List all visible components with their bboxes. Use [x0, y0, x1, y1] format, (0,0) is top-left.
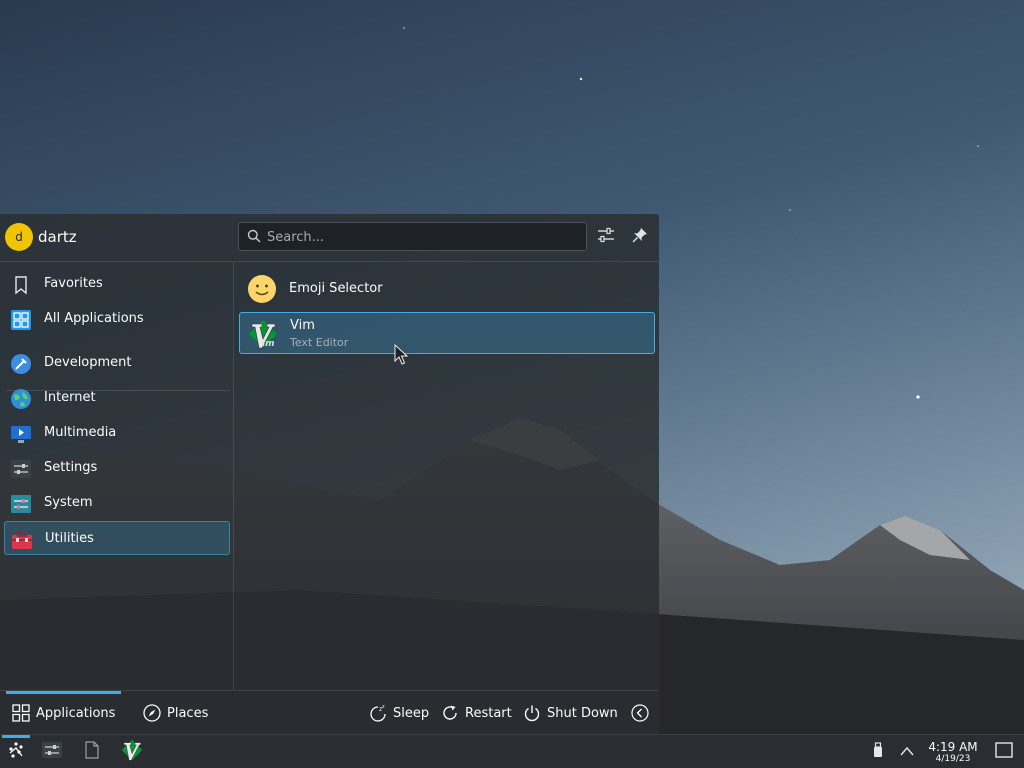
sleep-button[interactable]: zz Sleep [369, 703, 429, 723]
sliders-icon [597, 226, 615, 248]
category-settings[interactable]: Settings [4, 451, 230, 485]
desktop-icon [995, 742, 1013, 762]
globe-icon [10, 388, 32, 410]
multimedia-icon [10, 423, 32, 445]
shutdown-label: Shut Down [547, 705, 618, 721]
toolbox-icon [11, 529, 33, 551]
tab-label: Places [167, 705, 209, 721]
settings-icon [41, 740, 63, 764]
category-label: Development [44, 355, 132, 370]
sleep-label: Sleep [393, 705, 430, 721]
taskbar-vim[interactable] [116, 735, 148, 768]
tray-expand-button[interactable] [891, 735, 923, 768]
pin-icon [631, 226, 649, 248]
compass-icon [143, 704, 161, 722]
usb-drive-icon [872, 742, 884, 762]
app-item-emoji-selector[interactable]: Emoji Selector [239, 268, 655, 310]
category-label: Favorites [44, 276, 103, 291]
search-field[interactable] [238, 222, 587, 251]
power-icon [523, 704, 541, 722]
digital-clock[interactable]: 4:19 AM 4/19/23 [926, 740, 980, 765]
category-label: Settings [44, 460, 98, 475]
launcher-footer: Applications Places zz Sleep Restart Shu… [0, 690, 659, 734]
app-name: Vim [290, 318, 315, 333]
tray-usb[interactable] [862, 735, 894, 768]
category-internet[interactable]: Internet [4, 381, 230, 415]
configure-button[interactable] [593, 224, 619, 250]
settings-icon [10, 458, 32, 480]
clock-date: 4/19/23 [935, 754, 971, 764]
app-description: Text Editor [290, 336, 349, 349]
category-label: Internet [44, 390, 96, 405]
restart-icon [441, 704, 459, 722]
sleep-icon: zz [369, 704, 387, 722]
launcher-button[interactable] [0, 735, 32, 768]
svg-text:z: z [382, 704, 385, 710]
mouse-cursor-icon [394, 343, 409, 370]
category-development[interactable]: Development [4, 346, 230, 380]
shutdown-button[interactable]: Shut Down [523, 703, 618, 723]
category-sidebar: Favorites All Applications Development I… [0, 262, 234, 690]
avatar[interactable]: d [5, 223, 33, 251]
svg-text:im: im [262, 339, 274, 349]
tab-applications[interactable]: Applications [5, 691, 122, 735]
tab-places[interactable]: Places [143, 691, 208, 735]
restart-button[interactable]: Restart [441, 703, 512, 723]
username: dartz [38, 228, 77, 246]
chevron-left-icon [631, 704, 649, 722]
category-label: Multimedia [44, 425, 117, 440]
app-launcher-icon [7, 741, 25, 763]
category-system[interactable]: System [4, 486, 230, 520]
search-input[interactable] [267, 227, 579, 247]
grid-icon [10, 309, 32, 331]
search-icon [247, 229, 261, 247]
category-multimedia[interactable]: Multimedia [4, 416, 230, 450]
emoji-icon [247, 274, 277, 304]
category-label: Utilities [45, 531, 94, 546]
restart-label: Restart [465, 705, 512, 721]
launcher-header: d dartz [0, 214, 659, 262]
vim-icon [121, 739, 143, 765]
chevron-up-icon [900, 745, 914, 760]
app-item-vim[interactable]: im Vim Text Editor [239, 312, 655, 354]
system-icon [10, 493, 32, 515]
application-launcher: d dartz Favorites [0, 214, 659, 734]
development-icon [10, 353, 32, 375]
tab-label: Applications [36, 705, 116, 721]
clock-time: 4:19 AM [928, 740, 978, 754]
category-label: System [44, 495, 93, 510]
pin-button[interactable] [627, 224, 653, 250]
category-label: All Applications [44, 311, 144, 326]
category-favorites[interactable]: Favorites [4, 267, 230, 301]
category-all-applications[interactable]: All Applications [4, 302, 230, 336]
document-icon [84, 741, 100, 763]
application-list: Emoji Selector im Vim Text Editor [235, 262, 659, 690]
show-desktop-button[interactable] [988, 735, 1020, 768]
grid-icon [12, 704, 30, 722]
taskbar: 4:19 AM 4/19/23 [0, 734, 1024, 768]
category-utilities[interactable]: Utilities [4, 521, 230, 555]
taskbar-system-settings[interactable] [36, 735, 68, 768]
bookmark-icon [10, 274, 32, 296]
app-name: Emoji Selector [289, 281, 383, 296]
leave-options-button[interactable] [631, 703, 655, 723]
vim-icon: im [248, 319, 278, 349]
taskbar-file[interactable] [76, 735, 108, 768]
